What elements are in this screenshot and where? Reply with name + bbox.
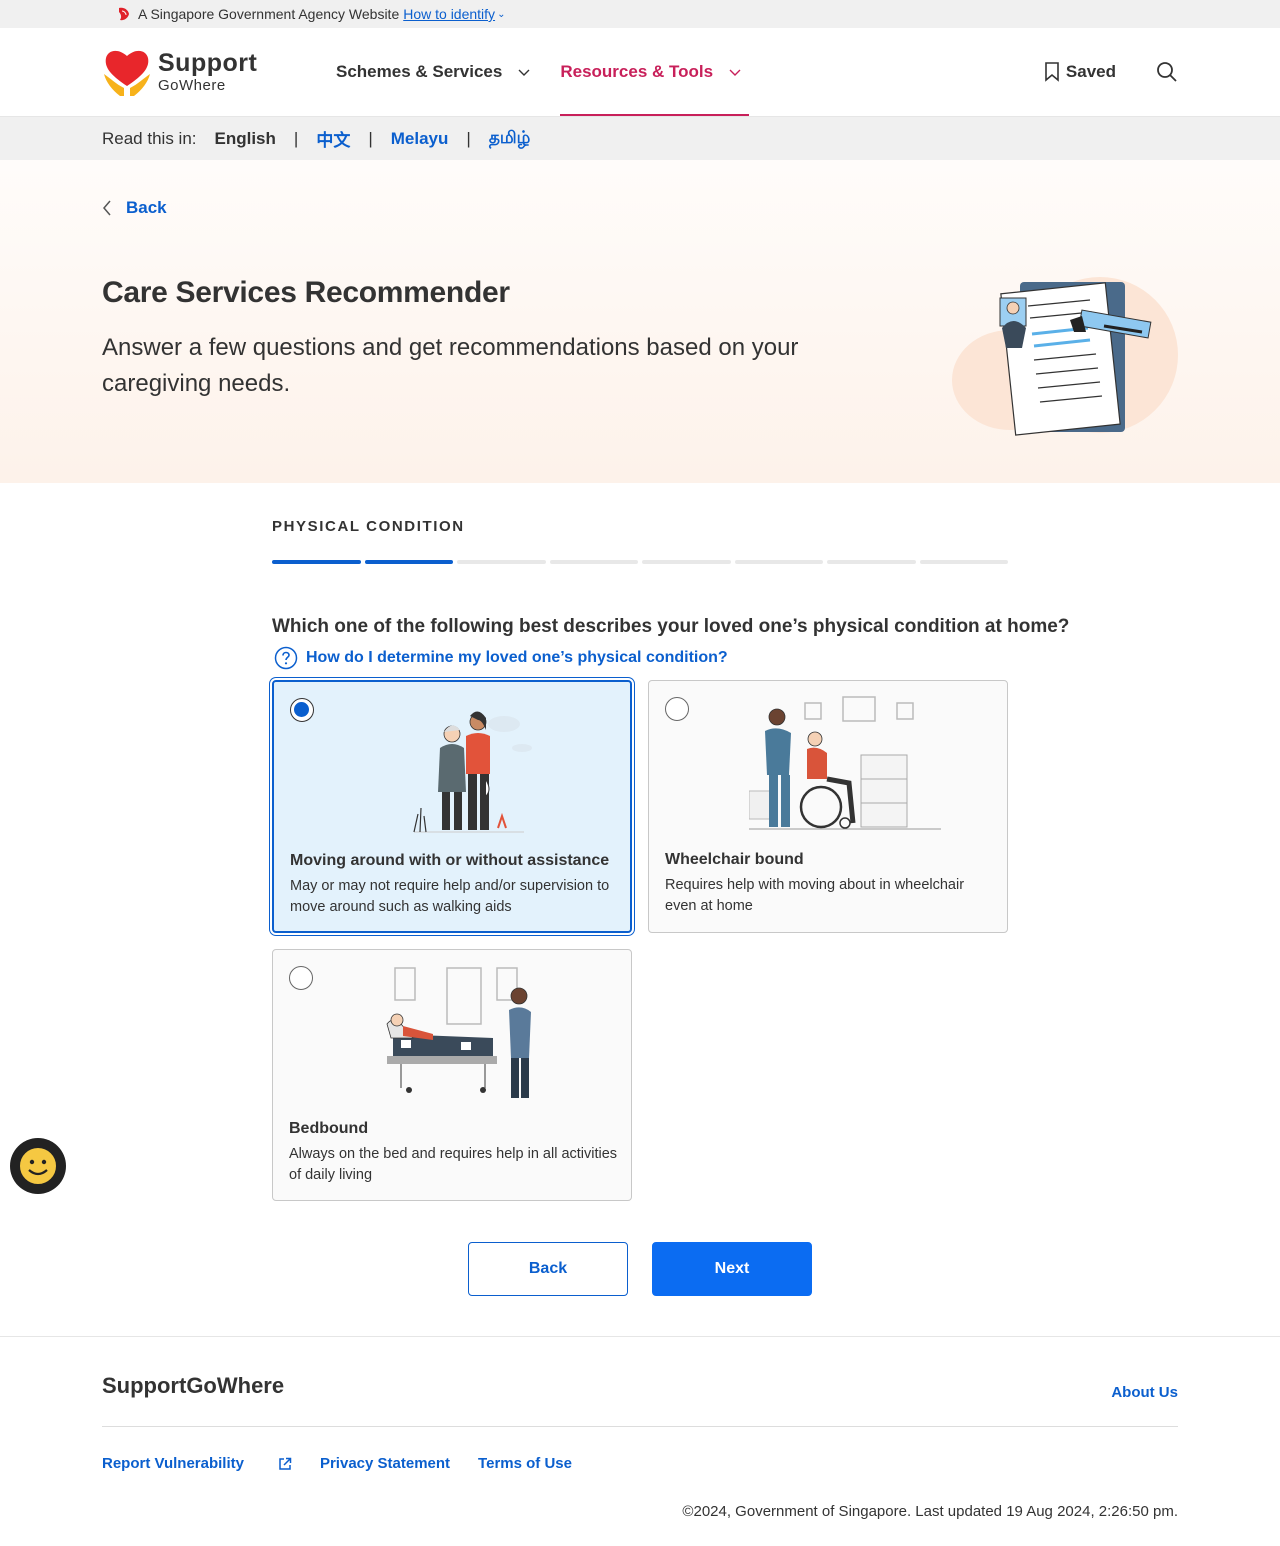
help-link[interactable]: How do I determine my loved one’s physic… bbox=[274, 646, 728, 670]
language-tamil[interactable]: தமிழ் bbox=[489, 128, 531, 150]
external-link-icon bbox=[279, 1457, 292, 1470]
page-title: Care Services Recommender bbox=[102, 276, 510, 309]
main-nav: Schemes & Services Resources & Tools bbox=[336, 28, 771, 116]
chevron-down-icon bbox=[518, 69, 530, 76]
language-label: Read this in: bbox=[102, 128, 197, 148]
saved-label: Saved bbox=[1065, 62, 1116, 81]
progress-segment bbox=[457, 560, 546, 564]
question-circle-icon bbox=[274, 646, 298, 670]
progress-segment bbox=[364, 560, 453, 564]
heart-hands-logo-icon bbox=[104, 50, 150, 96]
option-description: Requires help with moving about in wheel… bbox=[665, 877, 965, 914]
elderly-walking-illustration bbox=[413, 711, 532, 833]
progress-segment bbox=[827, 560, 916, 564]
option-title: Bedbound bbox=[289, 1120, 369, 1137]
site-footer: SupportGoWhere About Us Report Vulnerabi… bbox=[0, 1336, 1280, 1546]
option-description: Always on the bed and requires help in a… bbox=[289, 1146, 618, 1183]
footer-links: Report Vulnerability Privacy Statement T… bbox=[102, 1455, 600, 1472]
progress-segment bbox=[642, 560, 731, 564]
option-description: May or may not require help and/or super… bbox=[290, 878, 610, 915]
search-icon[interactable] bbox=[1156, 61, 1178, 83]
report-vulnerability-label: Report Vulnerability bbox=[102, 1455, 244, 1472]
how-to-identify-link[interactable]: How to identify bbox=[403, 6, 495, 22]
chevron-down-icon[interactable]: ⌄ bbox=[497, 9, 505, 20]
copyright-text: ©2024, Government of Singapore. Last upd… bbox=[682, 1503, 1178, 1520]
supportgowhere-logo[interactable]: Support GoWhere bbox=[102, 46, 336, 98]
report-vulnerability-link[interactable]: Report Vulnerability bbox=[102, 1455, 292, 1472]
terms-of-use-link[interactable]: Terms of Use bbox=[478, 1455, 572, 1472]
about-us-link[interactable]: About Us bbox=[1111, 1384, 1178, 1401]
feedback-button[interactable] bbox=[10, 1138, 66, 1194]
document-illustration bbox=[952, 277, 1178, 436]
progress-segment bbox=[272, 560, 361, 564]
hero-banner: Back Care Services Recommender Answer a … bbox=[0, 160, 1280, 483]
option-title: Moving around with or without assistance bbox=[290, 852, 610, 869]
page-subtitle: Answer a few questions and get recommend… bbox=[102, 334, 799, 397]
masthead-text: A Singapore Government Agency Website bbox=[138, 6, 400, 22]
gov-masthead: A Singapore Government Agency Website Ho… bbox=[0, 0, 1280, 28]
language-divider: | bbox=[466, 128, 471, 148]
option-card-bedbound[interactable]: Bedbound Always on the bed and requires … bbox=[272, 949, 632, 1201]
chevron-left-icon bbox=[103, 200, 111, 216]
progress-segment bbox=[734, 560, 823, 564]
progress-segment bbox=[549, 560, 638, 564]
chevron-down-icon bbox=[729, 69, 741, 76]
back-button[interactable]: Back bbox=[468, 1242, 628, 1296]
language-divider: | bbox=[368, 128, 373, 148]
option-title: Wheelchair bound bbox=[665, 851, 804, 868]
step-title: PHYSICAL CONDITION bbox=[272, 518, 465, 535]
site-header: Support GoWhere Schemes & Services Resou… bbox=[0, 28, 1280, 117]
radio-button[interactable] bbox=[665, 697, 689, 721]
language-bar: Read this in: English | 中文 | Melayu | தம… bbox=[0, 117, 1280, 160]
language-malay[interactable]: Melayu bbox=[391, 129, 449, 149]
nav-schemes-services[interactable]: Schemes & Services bbox=[336, 28, 530, 116]
bookmark-icon bbox=[1045, 62, 1059, 82]
radio-button[interactable] bbox=[289, 966, 313, 990]
saved-button[interactable]: Saved bbox=[1044, 62, 1116, 82]
back-link-label: Back bbox=[126, 198, 167, 217]
radio-button[interactable] bbox=[290, 698, 314, 722]
nav-label: Schemes & Services bbox=[336, 62, 503, 81]
singapore-lion-icon bbox=[119, 7, 129, 21]
nav-resources-tools[interactable]: Resources & Tools bbox=[560, 28, 749, 116]
question-text: Which one of the following best describe… bbox=[272, 616, 1070, 637]
progress-bar bbox=[272, 560, 1008, 564]
logo-line2: GoWhere bbox=[158, 77, 226, 94]
nav-label: Resources & Tools bbox=[560, 62, 714, 81]
progress-segment bbox=[919, 560, 1008, 564]
next-button[interactable]: Next bbox=[652, 1242, 812, 1296]
language-divider: | bbox=[293, 128, 299, 148]
logo-line1: Support bbox=[158, 49, 258, 77]
language-chinese[interactable]: 中文 bbox=[316, 126, 350, 151]
back-link[interactable]: Back bbox=[102, 198, 167, 218]
bedbound-illustration bbox=[386, 967, 531, 1098]
footer-divider bbox=[102, 1426, 1178, 1427]
smiley-icon bbox=[18, 1146, 58, 1186]
option-card-wheelchair-bound[interactable]: Wheelchair bound Requires help with movi… bbox=[648, 680, 1008, 933]
option-card-moving-around[interactable]: Moving around with or without assistance… bbox=[272, 680, 632, 933]
wheelchair-illustration bbox=[749, 696, 941, 830]
help-link-label: How do I determine my loved one’s physic… bbox=[306, 649, 728, 666]
language-english[interactable]: English bbox=[215, 129, 276, 149]
footer-brand: SupportGoWhere bbox=[102, 1373, 285, 1398]
privacy-statement-link[interactable]: Privacy Statement bbox=[320, 1455, 450, 1472]
